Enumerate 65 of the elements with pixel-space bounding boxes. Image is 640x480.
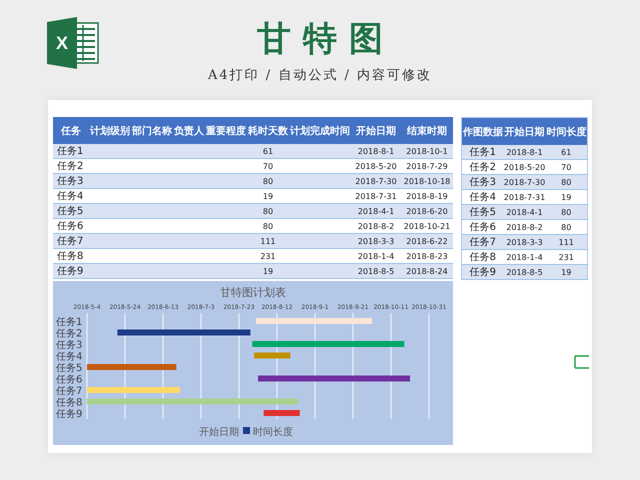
table-cell: 任务1: [462, 145, 504, 160]
table-cell: 任务1: [53, 144, 89, 158]
table-cell: 2018-3-3: [351, 234, 401, 248]
table-cell: 2018-8-5: [351, 264, 401, 278]
table-cell: 2018-7-30: [351, 174, 401, 188]
column-header: 开始日期: [504, 118, 546, 145]
table-cell: 80: [546, 174, 588, 190]
gantt-bar: [264, 410, 300, 416]
table-cell: 2018-10-18: [401, 174, 453, 188]
column-header: 开始日期: [351, 117, 401, 144]
table-cell: 2018-4-1: [504, 204, 546, 220]
gantt-bar: [254, 352, 290, 358]
column-header: 作图数据: [462, 118, 504, 145]
table-cell: 19: [546, 264, 588, 280]
table-cell: 任务5: [53, 204, 89, 218]
table-cell: 任务7: [53, 234, 89, 248]
column-header: 结束时期: [401, 117, 453, 144]
table-cell: 80: [247, 204, 289, 218]
table-cell: 2018-6-22: [401, 234, 453, 248]
axis-label: 任务4: [56, 352, 82, 362]
axis-label: 任务3: [56, 340, 82, 351]
table-cell: 61: [546, 145, 588, 160]
axis-label: 任务8: [56, 398, 82, 408]
axis-label: 任务6: [56, 374, 82, 386]
table-cell: 2018-4-1: [351, 204, 401, 218]
table-cell: 2018-10-1: [401, 144, 453, 158]
table-cell: 任务9: [462, 264, 504, 280]
table-cell: 61: [247, 144, 289, 158]
table-cell: 80: [546, 204, 588, 220]
column-header: 计划完成时间: [289, 117, 351, 144]
axis-label: 任务2: [56, 328, 82, 340]
axis-label: 任务5: [56, 363, 82, 374]
table-cell: 2018-6-20: [401, 204, 453, 218]
column-header: 部门名称: [131, 117, 173, 144]
table-cell: 2018-3-3: [504, 234, 546, 250]
bracket-icon: [574, 355, 590, 369]
table-cell: 2018-8-1: [504, 145, 546, 160]
page-title: 甘特图: [256, 18, 395, 60]
table-cell: 任务9: [53, 264, 89, 278]
table-cell: 任务3: [53, 174, 89, 188]
column-header: 负责人: [173, 117, 205, 144]
legend-label: 开始日期: [199, 427, 239, 438]
chart-title: 甘特图计划表: [220, 286, 286, 299]
axis-label: 任务1: [56, 317, 82, 328]
column-header: 时间长度: [546, 118, 588, 145]
table-cell: 111: [247, 234, 289, 248]
table-cell: 任务7: [462, 234, 504, 250]
axis-label: 任务7: [56, 386, 82, 397]
column-header: 任务: [53, 117, 89, 144]
table-cell: 任务5: [462, 204, 504, 220]
table-cell: 19: [247, 264, 289, 278]
table-cell: 任务3: [462, 174, 504, 190]
page-subtitle: A4打印 / 自动公式 / 内容可修改: [208, 67, 432, 84]
table-cell: 111: [546, 234, 588, 250]
column-header: 耗时天数: [247, 117, 289, 144]
axis-label: 任务9: [56, 409, 82, 420]
table-cell: 2018-8-5: [504, 264, 546, 280]
column-header: 重要程度: [205, 117, 247, 144]
table-cell: 2018-8-24: [401, 264, 453, 278]
spreadsheet-logo: X: [47, 17, 99, 69]
table-cell: 80: [247, 174, 289, 188]
column-header: 计划级别: [89, 117, 131, 144]
table-cell: 2018-7-30: [504, 174, 546, 190]
table-cell: 2018-8-1: [351, 144, 401, 158]
legend-label: 时间长度: [253, 427, 293, 438]
